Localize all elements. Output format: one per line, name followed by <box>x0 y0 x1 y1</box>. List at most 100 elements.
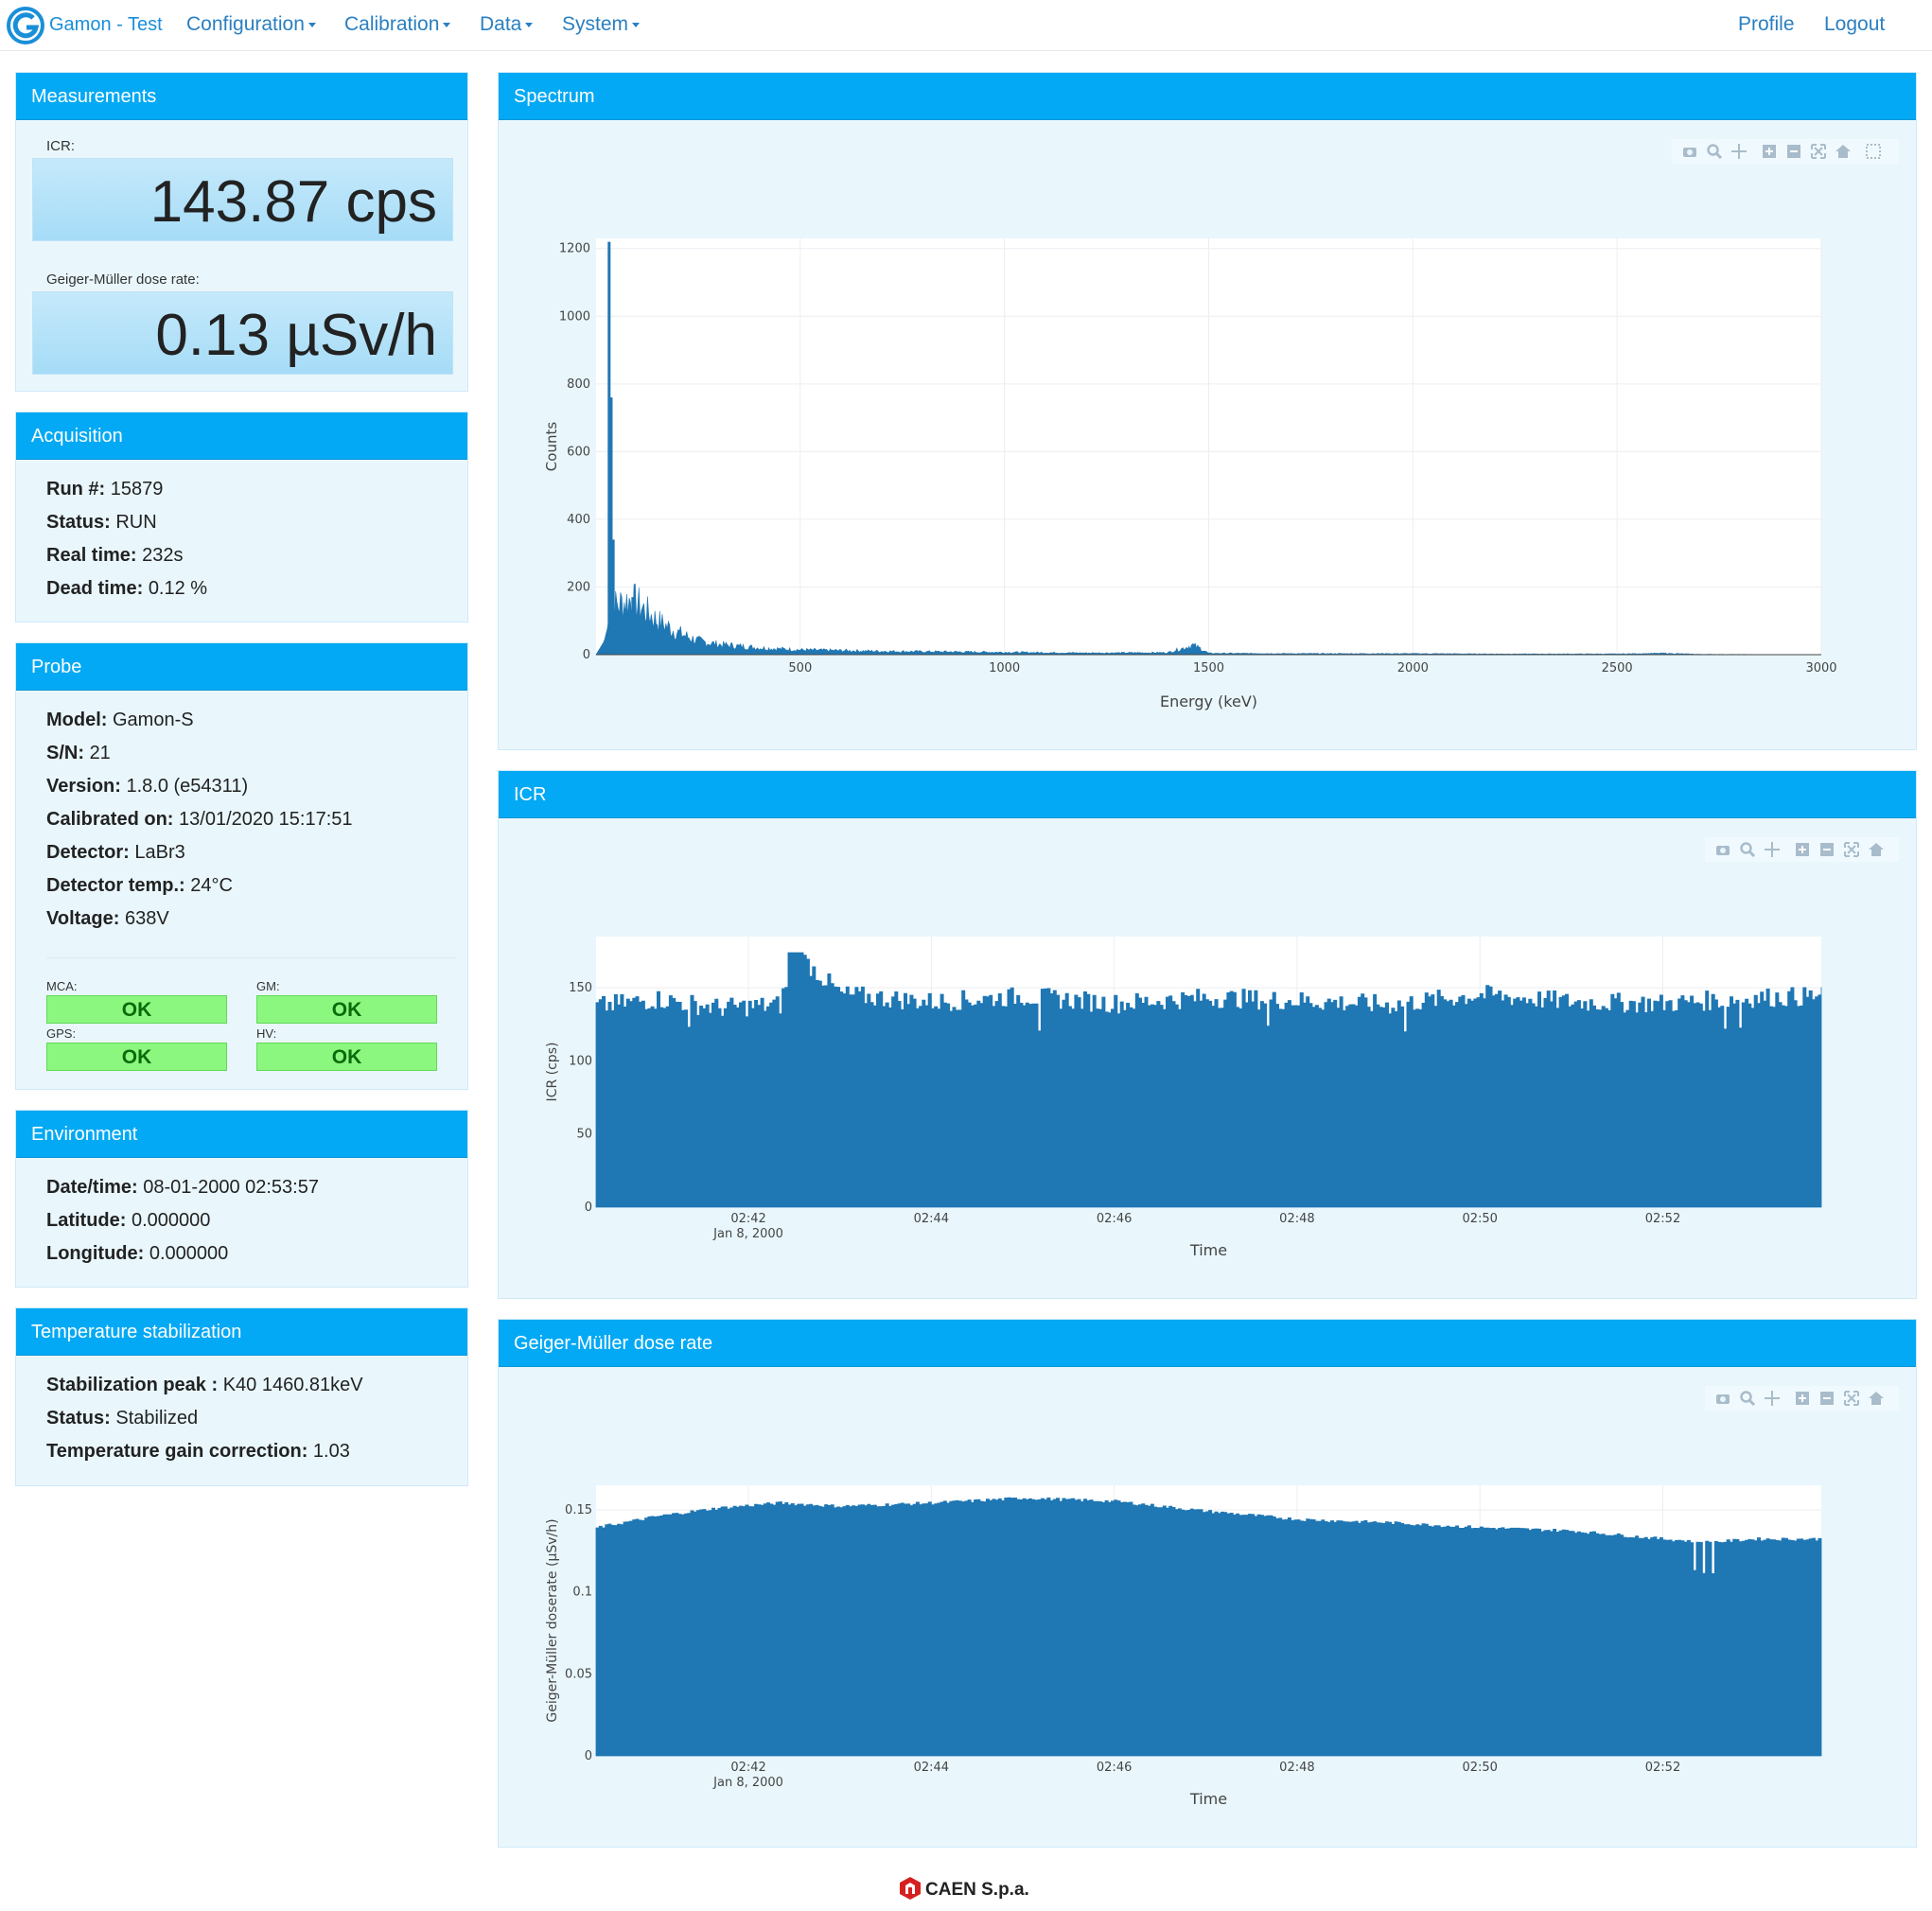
probe-model: Model: Gamon-S <box>46 710 194 730</box>
y-tick-label: 600 <box>567 445 590 459</box>
x-tick-label: 1500 <box>1193 661 1224 675</box>
brand-name[interactable]: Gamon - Test <box>49 14 163 36</box>
spectrum-peak <box>611 539 615 655</box>
x-tick-label: 1000 <box>989 661 1020 675</box>
menu-label: Calibration <box>344 13 440 35</box>
env-datetime: Date/time: 08-01-2000 02:53:57 <box>46 1177 319 1198</box>
footer-text: CAEN S.p.a. <box>925 1880 1029 1900</box>
y-tick-label: 1000 <box>559 309 590 324</box>
menu-label: Data <box>480 13 522 35</box>
stab-gain-correction: Temperature gain correction: 1.03 <box>46 1441 350 1462</box>
gamon-logo-icon[interactable] <box>7 7 44 44</box>
panel-title: Spectrum <box>499 73 1916 120</box>
stab-peak: Stabilization peak : K40 1460.81keV <box>46 1375 363 1395</box>
y-tick-label: 50 <box>576 1128 592 1142</box>
time-series-area <box>595 1497 1822 1757</box>
caret-down-icon <box>632 22 641 27</box>
divider <box>46 957 456 958</box>
x-tick-sublabel: Jan 8, 2000 <box>712 1227 783 1241</box>
menu-configuration[interactable]: Configuration <box>186 13 316 36</box>
x-tick-label: 02:44 <box>914 1212 949 1226</box>
real-time: Real time: 232s <box>46 545 184 566</box>
x-tick-label: 02:48 <box>1279 1212 1314 1226</box>
x-tick-label: 02:52 <box>1645 1761 1680 1775</box>
x-axis-title: Time <box>1189 1241 1227 1259</box>
x-tick-label: 02:50 <box>1462 1761 1497 1775</box>
environment-panel: Environment Date/time: 08-01-2000 02:53:… <box>15 1110 468 1288</box>
y-tick-label: 0 <box>585 1201 592 1215</box>
y-tick-label: 0.05 <box>565 1667 592 1681</box>
x-tick-label: 02:52 <box>1645 1212 1680 1226</box>
gm-chart[interactable]: 0 0.05 0.1 0.15 02:42Jan 8, 2000 02:44 02:46 02… <box>499 1367 1918 1847</box>
panel-title: ICR <box>499 771 1916 818</box>
menu-label: System <box>562 13 629 35</box>
x-tick-label: 02:42 <box>730 1212 765 1226</box>
x-tick-label: 02:44 <box>914 1761 949 1775</box>
menu-system[interactable]: System <box>562 13 641 36</box>
spectrum-peak <box>631 597 635 655</box>
gm-status-label: GM: <box>256 979 280 993</box>
env-longitude: Longitude: 0.000000 <box>46 1243 229 1264</box>
probe-detector: Detector: LaBr3 <box>46 842 185 863</box>
y-tick-label: 0 <box>583 648 590 662</box>
footer: CAEN S.p.a. <box>899 1876 1029 1901</box>
spectrum-peak <box>1190 644 1194 655</box>
acq-status: Status: RUN <box>46 512 157 533</box>
probe-serial: S/N: 21 <box>46 743 111 763</box>
panel-title: Measurements <box>16 73 467 120</box>
gm-status: OK <box>256 995 437 1024</box>
gps-label: GPS: <box>46 1026 77 1041</box>
y-tick-label: 1200 <box>559 242 590 256</box>
caret-down-icon <box>307 22 316 27</box>
temp-stabilization-panel: Temperature stabilization Stabilization … <box>15 1307 468 1486</box>
panel-title: Geiger-Müller dose rate <box>499 1320 1916 1367</box>
logout-link[interactable]: Logout <box>1824 13 1885 36</box>
navbar: Gamon - Test Configuration Calibration D… <box>0 0 1932 51</box>
x-tick-label: 02:46 <box>1097 1761 1132 1775</box>
y-tick-label: 0.15 <box>565 1503 592 1517</box>
x-tick-sublabel: Jan 8, 2000 <box>712 1776 783 1790</box>
y-tick-label: 200 <box>567 580 590 594</box>
probe-version: Version: 1.8.0 (e54311) <box>46 776 249 797</box>
y-axis-title: Counts <box>543 422 560 472</box>
icr-label: ICR: <box>46 138 75 154</box>
mca-status: OK <box>46 995 227 1024</box>
icr-chart[interactable]: 0 50 100 150 02:42Jan 8, 2000 02:44 02:46 02:48… <box>499 818 1918 1298</box>
profile-link[interactable]: Profile <box>1738 13 1795 36</box>
mca-label: MCA: <box>46 979 78 993</box>
hv-label: HV: <box>256 1026 277 1041</box>
gm-panel: Geiger-Müller dose rate 0 0.05 0.1 0.15 02:4… <box>498 1319 1917 1848</box>
x-tick-label: 02:42 <box>730 1761 765 1775</box>
probe-voltage: Voltage: 638V <box>46 908 169 929</box>
y-tick-label: 0.1 <box>572 1586 592 1600</box>
stab-status: Status: Stabilized <box>46 1408 199 1429</box>
menu-label: Configuration <box>186 13 305 35</box>
x-tick-label: 2500 <box>1602 661 1633 675</box>
y-tick-label: 100 <box>569 1054 592 1068</box>
y-tick-label: 0 <box>585 1749 592 1763</box>
y-axis-title: Geiger-Müller doserate (µSv/h) <box>545 1518 560 1722</box>
y-tick-label: 150 <box>569 981 592 995</box>
x-tick-label: 02:50 <box>1462 1212 1497 1226</box>
gps-status: OK <box>46 1043 227 1071</box>
x-axis-title: Time <box>1189 1790 1227 1808</box>
x-axis-title: Energy (keV) <box>1160 693 1257 710</box>
spectrum-panel: Spectrum 0 200 400 600 800 1000 1200 500 1000 150… <box>498 72 1917 750</box>
acquisition-panel: Acquisition Run #: 15879 Status: RUN Rea… <box>15 412 468 622</box>
menu-calibration[interactable]: Calibration <box>344 13 451 36</box>
spectrum-chart[interactable]: 0 200 400 600 800 1000 1200 500 1000 1500 2000 2500… <box>499 120 1918 749</box>
x-tick-label: 02:48 <box>1279 1761 1314 1775</box>
y-tick-label: 400 <box>567 513 590 527</box>
panel-title: Probe <box>16 643 467 691</box>
gm-value: 0.13 µSv/h <box>32 291 453 375</box>
probe-panel: Probe Model: Gamon-S S/N: 21 Version: 1.… <box>15 642 468 1090</box>
icr-panel: ICR 0 50 100 150 02:42 Jan 8, 2000 02:44 02:46 0… <box>498 770 1917 1299</box>
y-tick-label: 800 <box>567 377 590 392</box>
probe-calibrated: Calibrated on: 13/01/2020 15:17:51 <box>46 809 353 830</box>
caret-down-icon <box>525 22 534 27</box>
menu-data[interactable]: Data <box>480 13 534 36</box>
x-tick-label: 500 <box>788 661 812 675</box>
icr-value: 143.87 cps <box>32 158 453 241</box>
probe-detector-temp: Detector temp.: 24°C <box>46 875 233 896</box>
caen-logo-icon <box>900 1877 921 1900</box>
